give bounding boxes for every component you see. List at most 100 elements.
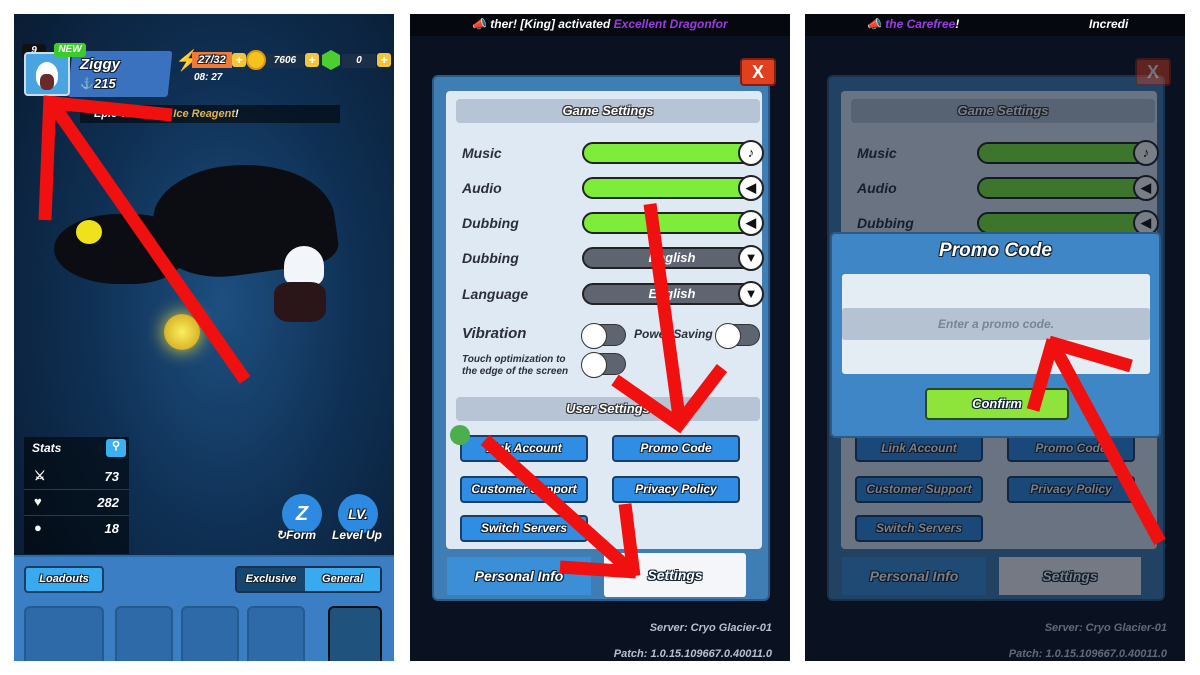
stat-value: 18 [104, 521, 119, 536]
power-saving-toggle[interactable] [715, 323, 760, 349]
link-reward-icon [450, 425, 470, 445]
patch-info: Patch: 1.0.15.109667.0.40011.0 [613, 648, 772, 660]
stat-row-health: ♥ 282 [24, 490, 129, 516]
equipment-slot-armor[interactable] [181, 606, 239, 661]
user-settings-header: User Settings [456, 397, 760, 421]
dubbing-volume-label: Dubbing [857, 215, 914, 231]
megaphone-icon: 📣 [472, 17, 487, 31]
treasure-item: Ice Reagent [173, 108, 236, 120]
player-name: Ziggy [80, 56, 120, 73]
broadcast-banner: 📣 ther! [King] activated Excellent Drago… [410, 14, 790, 36]
promo-code-button[interactable]: Promo Code [612, 435, 740, 462]
gear-filter-toggle: Exclusive General [235, 566, 382, 593]
energy-value: 27/32 [192, 52, 232, 68]
power-value: 215 [94, 76, 116, 91]
server-info: Server: Cryo Glacier-01 [649, 622, 772, 634]
tab-settings[interactable]: Settings [604, 553, 746, 597]
new-badge: NEW [54, 43, 86, 57]
settings-content: Game Settings Music ♪ Audio ◀ Dubbing ◀ … [446, 91, 764, 549]
arrow-head-left [38, 95, 57, 221]
dubbing-language-value: English [648, 250, 696, 265]
privacy-policy-button[interactable]: Privacy Policy [612, 476, 740, 503]
music-slider[interactable]: ♪ [582, 140, 764, 166]
switch-servers-button[interactable]: Switch Servers [460, 515, 588, 542]
equipment-slot-pants[interactable] [247, 606, 305, 661]
banner-highlight: Excellent Dragonfor [613, 17, 728, 31]
language-value: English [648, 286, 696, 301]
chevron-down-icon[interactable]: ▼ [738, 281, 764, 307]
add-coins-button[interactable]: + [305, 53, 319, 67]
hero-body-art [274, 282, 326, 322]
music-note-icon: ♪ [1133, 140, 1159, 166]
banner-text-right: Incredi [1089, 17, 1129, 31]
gem-icon [322, 50, 340, 70]
touch-optimization-label: Touch optimization to the edge of the sc… [462, 354, 569, 377]
avatar[interactable] [24, 52, 70, 96]
level-up-label: Level Up [332, 528, 383, 542]
customer-support-button[interactable]: Customer Support [460, 476, 588, 503]
music-note-icon[interactable]: ♪ [738, 140, 764, 166]
dubbing-volume-label: Dubbing [462, 215, 519, 231]
language-label: Language [462, 286, 529, 302]
game-settings-header: Game Settings [851, 99, 1155, 123]
coin-icon [246, 50, 266, 70]
speaker-icon[interactable]: ◀ [738, 175, 764, 201]
patch-info: Patch: 1.0.15.109667.0.40011.0 [1008, 648, 1167, 660]
tab-personal-info[interactable]: Personal Info [447, 557, 591, 595]
vibration-toggle[interactable] [581, 323, 626, 349]
attack-icon: ⚔ [34, 468, 46, 483]
close-button[interactable]: X [740, 58, 776, 86]
tab-settings: Settings [999, 557, 1141, 595]
dubbing-slider[interactable]: ◀ [582, 210, 764, 236]
language-dropdown[interactable]: English ▼ [582, 281, 764, 307]
promo-code-input[interactable]: Enter a promo code. [842, 308, 1150, 340]
audio-slider: ◀ [977, 175, 1159, 201]
dubbing-language-dropdown[interactable]: English ▼ [582, 245, 764, 271]
settings-screen-panel: 📣 ther! [King] activated Excellent Drago… [410, 14, 790, 661]
audio-label: Audio [462, 180, 502, 196]
loadouts-button[interactable]: Loadouts [24, 566, 104, 593]
confirm-button[interactable]: Confirm [925, 388, 1069, 420]
glowing-orb-art [164, 314, 200, 350]
stat-row-defense: ● 18 [24, 516, 129, 542]
music-label: Music [857, 145, 897, 161]
general-tab[interactable]: General [305, 568, 380, 591]
banner-text: ther! [King] activated [490, 17, 614, 31]
audio-slider[interactable]: ◀ [582, 175, 764, 201]
stat-row-attack: ⚔ 73 [24, 464, 129, 490]
form-label: ↻Form [276, 528, 317, 542]
coin-count: 7606 [266, 54, 304, 68]
chevron-down-icon[interactable]: ▼ [738, 245, 764, 271]
equipment-slot-helmet[interactable] [115, 606, 173, 661]
add-gems-button[interactable]: + [377, 53, 391, 67]
equipment-slot-weapon[interactable] [24, 606, 104, 661]
audio-label: Audio [857, 180, 897, 196]
music-slider: ♪ [977, 140, 1159, 166]
megaphone-icon: 📣 [867, 17, 882, 31]
close-button-dimmed: X [1135, 58, 1171, 86]
tab-personal-info: Personal Info [842, 557, 986, 595]
treasure-prefix: Epic Treasure: [94, 108, 174, 120]
promo-code-title: Promo Code [939, 240, 1052, 261]
hero-character-art [284, 246, 324, 286]
dragon-eye-art [76, 220, 102, 244]
speaker-icon: ◀ [1133, 175, 1159, 201]
switch-servers-button: Switch Servers [855, 515, 983, 542]
gem-count: 0 [342, 54, 376, 68]
promo-code-screen-panel: 📣 the Carefree! Incredi Game Settings Mu… [805, 14, 1185, 661]
speaker-icon[interactable]: ◀ [738, 210, 764, 236]
energy-timer: 08: 27 [194, 72, 223, 83]
equipment-slot-special[interactable] [328, 606, 382, 661]
stat-value: 282 [97, 495, 119, 510]
stat-value: 73 [104, 469, 119, 484]
settings-dialog: Game Settings Music ♪ Audio ◀ Dubbing ◀ … [432, 75, 770, 601]
link-account-button[interactable]: Link Account [460, 435, 588, 462]
customer-support-button: Customer Support [855, 476, 983, 503]
touch-optimization-toggle[interactable] [581, 352, 626, 378]
exclusive-tab[interactable]: Exclusive [237, 568, 305, 591]
stats-search-icon[interactable]: ⚲ [106, 439, 126, 457]
dubbing-slider: ◀ [977, 210, 1159, 236]
server-info: Server: Cryo Glacier-01 [1044, 622, 1167, 634]
treasure-suffix: ! [235, 108, 239, 120]
add-energy-button[interactable]: + [232, 53, 246, 67]
